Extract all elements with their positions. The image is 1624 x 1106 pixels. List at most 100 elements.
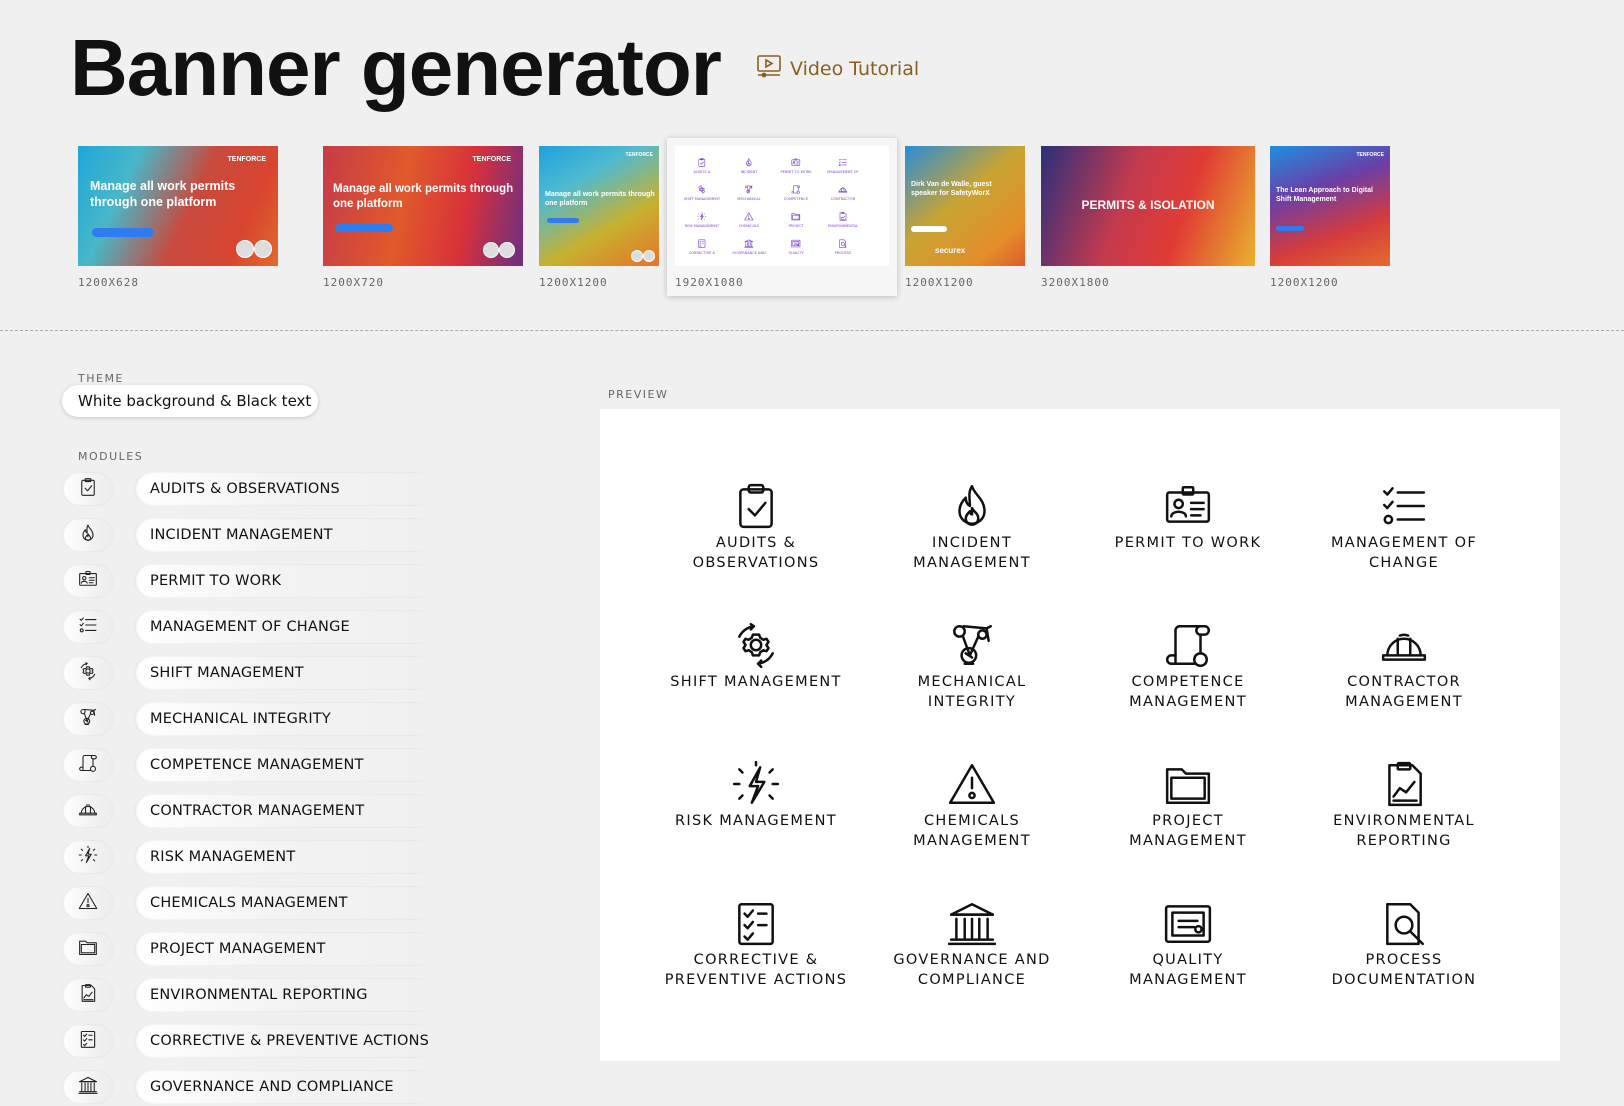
module-label[interactable]: AUDITS & OBSERVATIONS — [134, 472, 434, 506]
module-toggle[interactable] — [62, 1070, 114, 1104]
quality-certificate-icon — [1080, 900, 1296, 946]
template-image: TENFORCE Manage all work permits through… — [78, 146, 278, 266]
theme-select[interactable]: White background & Black text — [62, 385, 318, 417]
preview-label-line2: PREVENTIVE ACTIONS — [664, 972, 848, 988]
warning-triangle-icon — [78, 891, 98, 915]
avatar — [236, 240, 254, 258]
preview-module-label: PROCESS DOCUMENTATION — [1296, 950, 1512, 990]
preview-module-label: GOVERNANCE AND COMPLIANCE — [864, 950, 1080, 990]
module-label[interactable]: SHIFT MANAGEMENT — [134, 656, 434, 690]
template-brand: TENFORCE — [1356, 152, 1385, 158]
module-label[interactable]: GOVERNANCE AND COMPLIANCE — [134, 1070, 434, 1104]
template-thumb-4-selected[interactable]: AUDITS & INCIDENT PERMIT TO WORK MANAGEMENT… — [667, 138, 897, 296]
preview-module-label: INCIDENT MANAGEMENT — [864, 533, 1080, 573]
hard-hat-icon — [78, 799, 98, 823]
template-cta — [911, 226, 947, 232]
mini-folder-icon — [791, 213, 801, 221]
template-thumb-6[interactable]: PERMITS & ISOLATION 3200X1800 — [1041, 146, 1255, 296]
module-label[interactable]: COMPETENCE MANAGEMENT — [134, 748, 434, 782]
certificate-scroll-icon — [78, 753, 98, 777]
module-label[interactable]: MECHANICAL INTEGRITY — [134, 702, 434, 736]
mini-institution-icon — [744, 239, 754, 248]
module-toggle[interactable] — [62, 518, 114, 552]
mini-label: SHIFT MANAGEMENT — [684, 197, 721, 201]
module-toggle[interactable] — [62, 702, 114, 736]
module-label[interactable]: CONTRACTOR MANAGEMENT — [134, 794, 434, 828]
mini-label: ENVIRONMENTAL — [828, 224, 858, 228]
module-toggle[interactable] — [62, 656, 114, 690]
template-headline: PERMITS & ISOLATION — [1081, 198, 1215, 212]
template-size: 1200X1200 — [1270, 276, 1339, 289]
module-label[interactable]: INCIDENT MANAGEMENT — [134, 518, 434, 552]
mini-id-card-icon — [791, 158, 801, 166]
module-toggle[interactable] — [62, 564, 114, 598]
mini-label: MANAGEMENT OF — [827, 170, 858, 174]
module-label[interactable]: PERMIT TO WORK — [134, 564, 434, 598]
folder-icon — [78, 937, 98, 961]
template-thumb-3[interactable]: TENFORCE Manage all work permits through… — [539, 146, 659, 296]
page-title: Banner generator — [70, 23, 722, 112]
preview-module: MANAGEMENT OF CHANGE — [1296, 483, 1512, 573]
template-thumb-2[interactable]: TENFORCE Manage all work permits through… — [323, 146, 523, 296]
mini-label: GOVERNANCE AND — [732, 251, 766, 255]
preview-label-line2: MANAGEMENT — [913, 555, 1031, 571]
module-toggle[interactable] — [62, 472, 114, 506]
mini-checklist-icon — [838, 158, 847, 167]
template-size: 1920X1080 — [675, 276, 744, 289]
module-row: MECHANICAL INTEGRITY — [62, 702, 442, 738]
module-label[interactable]: RISK MANAGEMENT — [134, 840, 434, 874]
module-label[interactable]: ENVIRONMENTAL REPORTING — [134, 978, 434, 1012]
preview-label-line2: MANAGEMENT — [1345, 694, 1463, 710]
id-card-icon — [78, 569, 98, 593]
preview-module: PROJECT MANAGEMENT — [1080, 761, 1296, 851]
video-tutorial-link[interactable]: Video Tutorial — [756, 54, 919, 83]
preview-label-line2: OBSERVATIONS — [692, 555, 820, 571]
module-label[interactable]: PROJECT MANAGEMENT — [134, 932, 434, 966]
document-search-icon — [1296, 900, 1512, 946]
mini-clipboard-check-icon — [698, 158, 706, 167]
module-toggle[interactable] — [62, 840, 114, 874]
module-label[interactable]: MANAGEMENT OF CHANGE — [134, 610, 434, 644]
mini-checkbox-list-icon — [698, 239, 706, 248]
module-row: CONTRACTOR MANAGEMENT — [62, 794, 442, 830]
module-toggle[interactable] — [62, 610, 114, 644]
preview-module: CORRECTIVE & PREVENTIVE ACTIONS — [648, 900, 864, 990]
mini-label: PERMIT TO WORK — [780, 170, 812, 174]
template-image: TENFORCE The Lean Approach to Digital Sh… — [1270, 146, 1390, 266]
theme-label: THEME — [78, 372, 124, 385]
preview-label-line1: CHEMICALS — [923, 813, 1020, 829]
module-toggle[interactable] — [62, 748, 114, 782]
module-toggle[interactable] — [62, 886, 114, 920]
preview-module: ENVIRONMENTAL REPORTING — [1296, 761, 1512, 851]
preview-label: PREVIEW — [608, 388, 669, 401]
mini-label: AUDITS & — [694, 170, 711, 174]
preview-label-line2: REPORTING — [1356, 833, 1452, 849]
mini-robot-arm-icon — [745, 185, 753, 194]
section-divider — [0, 330, 1624, 331]
preview-label-line1: RISK MANAGEMENT — [675, 813, 837, 829]
flame-icon — [864, 483, 1080, 529]
template-thumb-5[interactable]: Dirk Van de Walle, guest speaker for Saf… — [905, 146, 1025, 296]
id-card-icon — [1080, 483, 1296, 529]
module-row: PROJECT MANAGEMENT — [62, 932, 442, 968]
template-thumb-1[interactable]: TENFORCE Manage all work permits through… — [78, 146, 278, 296]
module-toggle[interactable] — [62, 932, 114, 966]
mini-label: RISK MANAGEMENT — [685, 224, 720, 228]
template-thumb-7[interactable]: TENFORCE The Lean Approach to Digital Sh… — [1270, 146, 1390, 296]
module-label[interactable]: CHEMICALS MANAGEMENT — [134, 886, 434, 920]
mini-lightning-burst-icon — [697, 212, 707, 221]
module-toggle[interactable] — [62, 1024, 114, 1058]
preview-label-line2: DOCUMENTATION — [1331, 972, 1477, 988]
module-row: MANAGEMENT OF CHANGE — [62, 610, 442, 646]
module-label[interactable]: CORRECTIVE & PREVENTIVE ACTIONS — [134, 1024, 434, 1058]
module-toggle[interactable] — [62, 794, 114, 828]
institution-icon — [78, 1075, 98, 1099]
template-size: 3200X1800 — [1041, 276, 1110, 289]
preview-module-label: AUDITS & OBSERVATIONS — [648, 533, 864, 573]
preview-label-line1: PROCESS — [1365, 952, 1443, 968]
module-toggle[interactable] — [62, 978, 114, 1012]
template-size: 1200X1200 — [905, 276, 974, 289]
module-row: AUDITS & OBSERVATIONS — [62, 472, 442, 508]
mini-label: CHEMICALS — [739, 224, 760, 228]
avatar — [631, 250, 643, 262]
